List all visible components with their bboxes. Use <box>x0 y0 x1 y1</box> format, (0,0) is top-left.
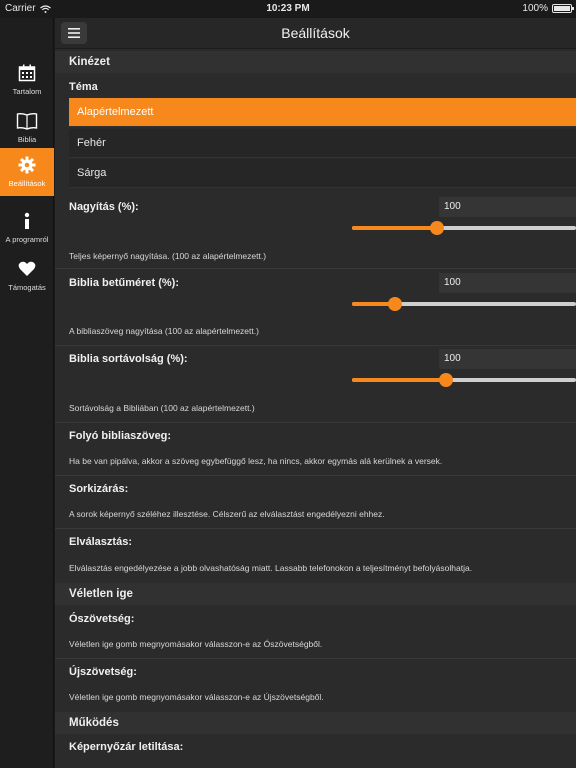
divider <box>55 658 576 659</box>
sortavolsag-description: Sortávolság a Bibliában (100 az alapérte… <box>69 403 255 413</box>
sidebar-item-label: Tartalom <box>12 87 42 96</box>
sidebar-item-label: A programról <box>5 235 49 244</box>
ujszovetseg-description: Véletlen ige gomb megnyomásakor válasszo… <box>69 692 324 702</box>
clock: 10:23 PM <box>266 3 310 14</box>
sortavolsag-slider[interactable] <box>352 373 576 387</box>
theme-option-alapertelmezett[interactable]: Alapértelmezett <box>69 98 576 127</box>
sidebar-item-label: Támogatás <box>8 283 46 292</box>
divider <box>55 345 576 346</box>
betumeret-title: Biblia betűméret (%): <box>69 277 180 289</box>
battery: 100% <box>522 3 574 14</box>
sorkizaras-description: A sorok képernyő széléhez illesztése. Cé… <box>69 509 385 519</box>
oszovetseg-toggle[interactable]: Ószövetség: <box>69 613 134 625</box>
sidebar-item-label: Biblia <box>17 135 37 144</box>
divider <box>55 422 576 423</box>
section-header-veletlen-ige: Véletlen ige <box>55 583 576 605</box>
folyo-bibliaszoveg-toggle[interactable]: Folyó bibliaszöveg: <box>69 430 171 442</box>
battery-fill <box>554 6 570 11</box>
book-icon <box>16 110 38 132</box>
theme-option-sarga[interactable]: Sárga <box>69 159 576 188</box>
betumeret-slider[interactable] <box>352 297 576 311</box>
sidebar-item-tamogatas[interactable]: Támogatás <box>0 252 54 300</box>
kepernyozar-toggle[interactable]: Képernyőzár letiltása: <box>69 741 183 753</box>
nav-bar: Beállítások <box>55 18 576 48</box>
battery-percent: 100% <box>522 3 548 14</box>
nagyitas-title: Nagyítás (%): <box>69 201 139 213</box>
nagyitas-input[interactable]: 100 <box>439 197 576 217</box>
elvalasztas-toggle[interactable]: Elválasztás: <box>69 536 132 548</box>
battery-icon <box>552 4 574 13</box>
divider <box>55 268 576 269</box>
calendar-icon <box>18 62 36 84</box>
nagyitas-description: Teljes képernyő nagyítása. (100 az alapé… <box>69 251 267 261</box>
betumeret-description: A bibliaszöveg nagyítása (100 az alapért… <box>69 326 259 336</box>
sidebar: Tartalom Biblia Beállítások A programról… <box>0 18 54 768</box>
section-header-mukodes: Működés <box>55 712 576 734</box>
page-title: Beállítások <box>281 25 350 41</box>
status-bar: Carrier 10:23 PM 100% <box>0 0 576 18</box>
elvalasztas-description: Elválasztás engedélyezése a jobb olvasha… <box>69 563 473 573</box>
settings-content: Kinézet Téma Alapértelmezett Fehér Sárga… <box>55 49 576 768</box>
theme-option-feher[interactable]: Fehér <box>69 129 576 158</box>
slider-fill <box>352 378 447 382</box>
gear-icon <box>18 154 36 176</box>
ujszovetseg-toggle[interactable]: Újszövetség: <box>69 666 137 678</box>
tema-title: Téma <box>69 81 98 93</box>
heart-icon <box>18 258 36 280</box>
slider-thumb[interactable] <box>430 221 445 235</box>
folyo-description: Ha be van pipálva, akkor a szöveg egybef… <box>69 456 443 466</box>
slider-thumb[interactable] <box>439 373 454 387</box>
sorkizaras-toggle[interactable]: Sorkizárás: <box>69 483 128 495</box>
slider-thumb[interactable] <box>387 297 402 311</box>
slider-fill <box>352 226 438 230</box>
sortavolsag-input[interactable]: 100 <box>439 349 576 369</box>
sidebar-item-beallitasok[interactable]: Beállítások <box>0 148 54 196</box>
oszovetseg-description: Véletlen ige gomb megnyomásakor válasszo… <box>69 639 323 649</box>
betumeret-input[interactable]: 100 <box>439 273 576 293</box>
divider <box>55 475 576 476</box>
divider <box>55 528 576 529</box>
nagyitas-slider[interactable] <box>352 221 576 235</box>
info-icon <box>23 210 31 232</box>
section-header-kinezet: Kinézet <box>55 51 576 73</box>
sidebar-item-label: Beállítások <box>8 179 46 188</box>
sidebar-item-biblia[interactable]: Biblia <box>0 104 54 152</box>
sortavolsag-title: Biblia sortávolság (%): <box>69 353 188 365</box>
sidebar-item-tartalom[interactable]: Tartalom <box>0 56 54 104</box>
sidebar-item-a-programrol[interactable]: A programról <box>0 204 54 252</box>
